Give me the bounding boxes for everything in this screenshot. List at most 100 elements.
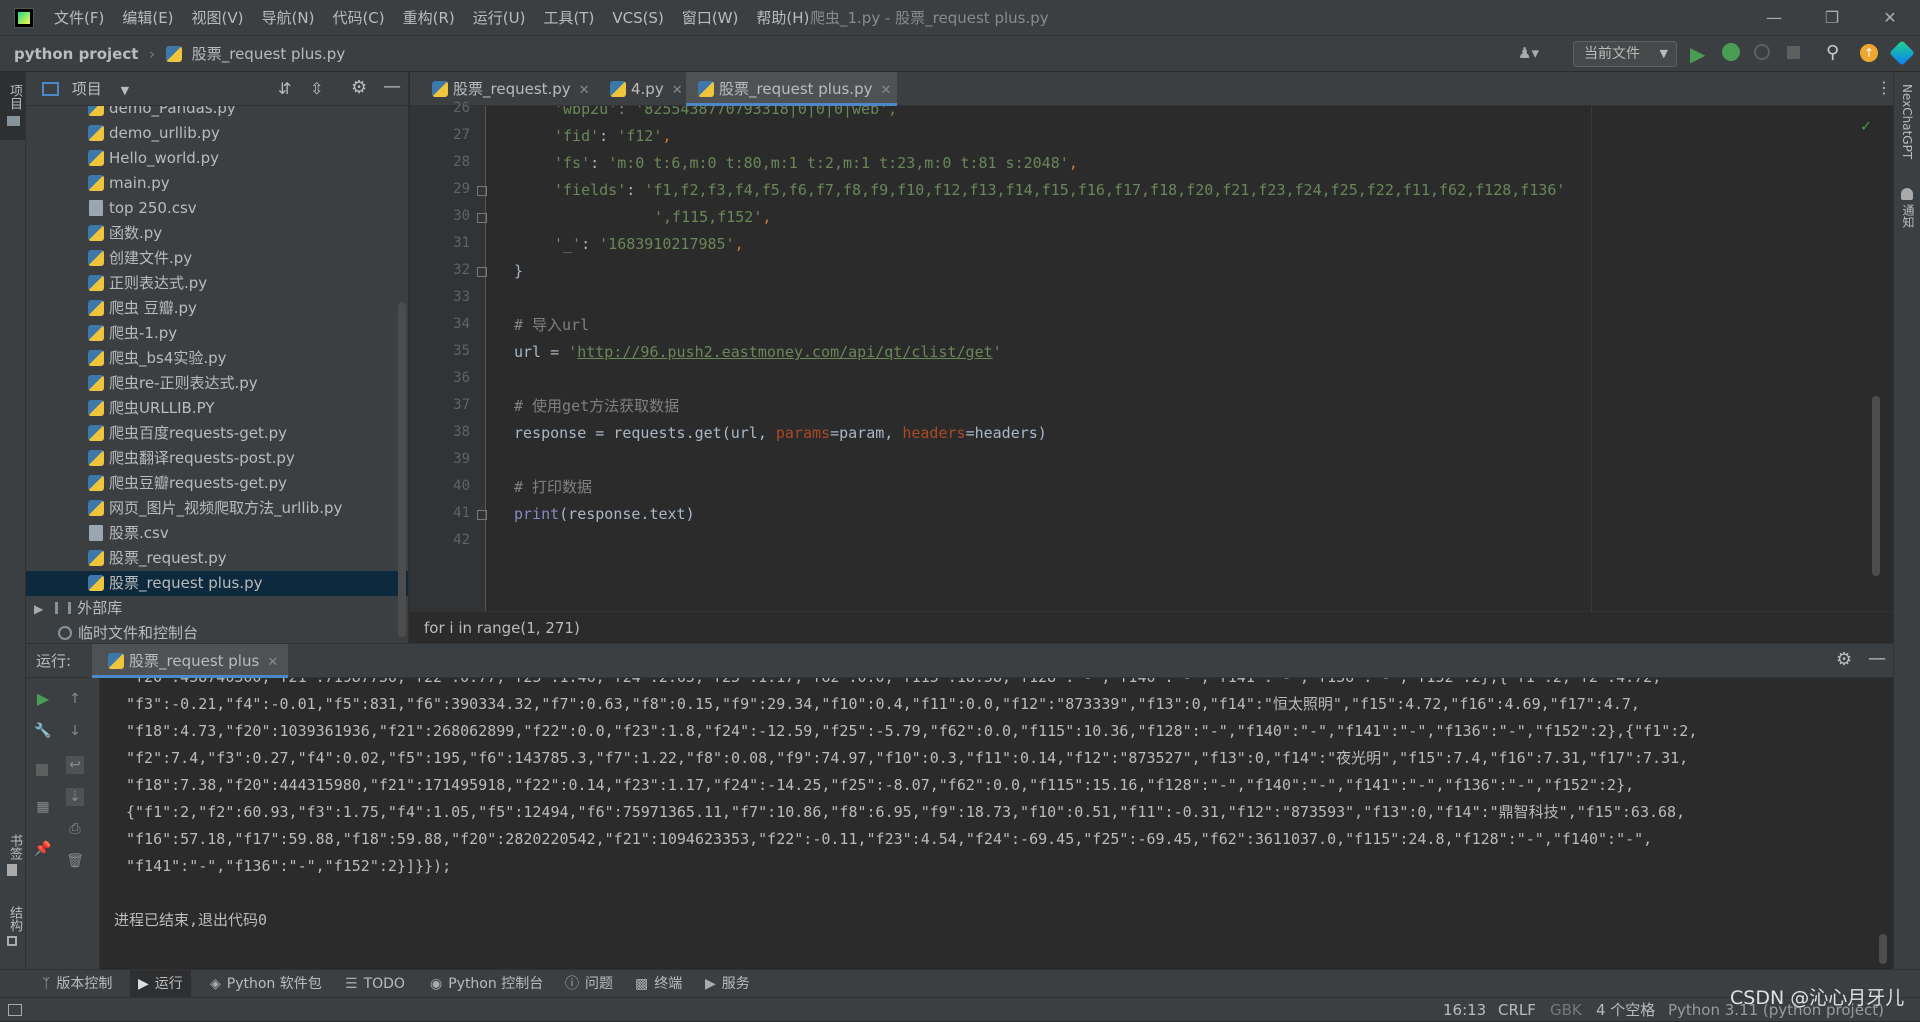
tool-run[interactable]: ▶ 运行 — [130, 970, 191, 998]
close-tab-icon[interactable]: ✕ — [579, 83, 590, 98]
run-tab[interactable]: 股票_request plus ✕ — [92, 644, 289, 678]
stop-icon[interactable] — [1787, 46, 1800, 59]
close-tab-icon[interactable]: ✕ — [267, 655, 278, 670]
console-scrollbar[interactable] — [1879, 934, 1887, 964]
console-output[interactable]: "f20":458740300,"f21":71987736,"f22":0.7… — [114, 678, 1874, 970]
close-tab-icon[interactable]: ✕ — [880, 83, 891, 98]
menu-vcs[interactable]: VCS(S) — [612, 0, 663, 36]
minimize-button[interactable]: — — [1745, 0, 1803, 36]
tool-services[interactable]: ▶ 服务 — [705, 970, 750, 998]
soft-wrap-icon[interactable]: ↩ — [66, 756, 84, 774]
project-tool-tab[interactable]: 项目 — [0, 72, 26, 140]
run-label: 运行: — [36, 652, 72, 670]
tool-terminal[interactable]: ▩ 终端 — [635, 970, 682, 998]
run-icon[interactable]: ▶ — [1690, 42, 1705, 66]
hide-panel-icon[interactable]: — — [383, 76, 401, 97]
tool-python-packages[interactable]: ◈ Python 软件包 — [210, 970, 322, 998]
tree-file[interactable]: 爬虫 豆瓣.py — [26, 296, 408, 321]
menu-view[interactable]: 视图(V) — [192, 0, 244, 36]
user-icon[interactable]: ♟▾ — [1518, 44, 1539, 62]
hide-panel-icon[interactable]: — — [1868, 648, 1886, 669]
layout-icon[interactable]: ▦ — [34, 798, 52, 816]
close-window-button[interactable]: ✕ — [1861, 0, 1919, 36]
tree-file[interactable]: 爬虫_bs4实验.py — [26, 346, 408, 371]
tree-file[interactable]: 爬虫豆瓣requests-get.py — [26, 471, 408, 496]
stop-icon[interactable] — [36, 764, 48, 776]
up-arrow-icon[interactable]: ↑ — [66, 690, 84, 708]
tree-file[interactable]: 股票_request.py — [26, 546, 408, 571]
toolbox-icon[interactable] — [1889, 40, 1915, 66]
menu-refactor[interactable]: 重构(R) — [403, 0, 455, 36]
tool-problems[interactable]: ⓘ 问题 — [565, 970, 613, 998]
line-separator[interactable]: CRLF — [1498, 998, 1536, 1022]
nexchatgpt-tab[interactable]: NexChatGPT — [1900, 84, 1914, 159]
wrench-icon[interactable]: 🔧 — [34, 722, 52, 740]
close-tab-icon[interactable]: ✕ — [672, 83, 683, 98]
menu-tools[interactable]: 工具(T) — [543, 0, 594, 36]
print-icon[interactable]: ⎙ — [66, 820, 84, 838]
more-tabs-icon[interactable]: ⋮ — [1876, 78, 1892, 97]
breadcrumb-project[interactable]: python project — [14, 45, 138, 63]
debug-icon[interactable] — [1722, 43, 1740, 61]
tree-file[interactable]: main.py — [26, 171, 408, 196]
tree-file[interactable]: 爬虫URLLIB.PY — [26, 396, 408, 421]
file-encoding[interactable]: GBK — [1550, 998, 1582, 1022]
code-editor[interactable]: 'wbp2u': '8255438770793318|0|0|0|web', '… — [486, 106, 1893, 611]
code-url-link[interactable]: http://96.push2.eastmoney.com/api/qt/cli… — [577, 343, 992, 361]
tree-file[interactable]: Hello_world.py — [26, 146, 408, 171]
collapse-all-icon[interactable]: ⇳ — [310, 79, 323, 98]
gear-icon[interactable]: ⚙ — [351, 77, 367, 98]
run-config-select[interactable]: 当前文件 ▼ — [1573, 41, 1677, 67]
menu-help[interactable]: 帮助(H) — [756, 0, 809, 36]
gear-icon[interactable]: ⚙ — [1836, 649, 1852, 670]
coverage-icon[interactable] — [1754, 44, 1770, 60]
tree-file[interactable]: 爬虫re-正则表达式.py — [26, 371, 408, 396]
file-name: 爬虫_bs4实验.py — [109, 349, 227, 367]
tree-scrollbar[interactable] — [398, 302, 406, 637]
tree-file[interactable]: demo_urllib.py — [26, 121, 408, 146]
expand-all-icon[interactable]: ⇵ — [278, 79, 291, 98]
tree-scratches[interactable]: 临时文件和控制台 — [26, 621, 408, 643]
menu-file[interactable]: 文件(F) — [54, 0, 104, 36]
search-icon[interactable]: ⚲ — [1826, 42, 1839, 63]
tree-file[interactable]: 爬虫翻译requests-post.py — [26, 446, 408, 471]
breadcrumb-file[interactable]: 股票_request plus.py — [192, 45, 345, 63]
update-icon[interactable]: ↑ — [1860, 44, 1878, 62]
tool-python-console[interactable]: ◉ Python 控制台 — [430, 970, 543, 998]
tree-file[interactable]: 网页_图片_视频爬取方法_urllib.py — [26, 496, 408, 521]
indent-setting[interactable]: 4 个空格 — [1596, 998, 1655, 1022]
tree-file[interactable]: 股票.csv — [26, 521, 408, 546]
file-name: 爬虫豆瓣requests-get.py — [109, 474, 288, 492]
project-view-selector[interactable]: 项目 ▼ — [42, 72, 129, 108]
tab-4-py[interactable]: 4.py ✕ — [598, 72, 689, 106]
tree-file[interactable]: demo_Pandas.py — [26, 106, 408, 121]
code-breadcrumb[interactable]: for i in range(1, 271) — [410, 611, 1893, 643]
restore-button[interactable]: ❐ — [1803, 0, 1861, 36]
tree-file-selected[interactable]: 股票_request plus.py — [26, 571, 408, 596]
notifications-tab[interactable]: 通知 — [1900, 188, 1920, 228]
rerun-icon[interactable]: ▶ — [34, 690, 52, 708]
scroll-to-end-icon[interactable]: ⇣ — [66, 788, 84, 806]
tree-file[interactable]: 正则表达式.py — [26, 271, 408, 296]
menu-run[interactable]: 运行(U) — [473, 0, 526, 36]
trash-icon[interactable]: 🗑 — [66, 852, 84, 870]
caret-position[interactable]: 16:13 — [1443, 998, 1486, 1022]
console-line: {"f1":2,"f2":60.93,"f3":1.75,"f4":1.05,"… — [126, 803, 1686, 821]
pin-icon[interactable]: 📌 — [34, 840, 52, 858]
tree-file[interactable]: 创建文件.py — [26, 246, 408, 271]
editor-scrollbar[interactable] — [1872, 396, 1880, 576]
menu-edit[interactable]: 编辑(E) — [122, 0, 173, 36]
tree-file[interactable]: 函数.py — [26, 221, 408, 246]
tool-todo[interactable]: ☰ TODO — [345, 970, 405, 998]
tool-version-control[interactable]: ᛉ 版本控制 — [42, 970, 112, 998]
tree-file[interactable]: 爬虫百度requests-get.py — [26, 421, 408, 446]
menu-navigate[interactable]: 导航(N) — [262, 0, 315, 36]
tab-stock-request-plus[interactable]: 股票_request plus.py ✕ — [686, 72, 898, 106]
tree-file[interactable]: 爬虫-1.py — [26, 321, 408, 346]
tree-file[interactable]: top 250.csv — [26, 196, 408, 221]
tree-external-libraries[interactable]: ▶ 外部库 — [26, 596, 408, 621]
down-arrow-icon[interactable]: ↓ — [66, 722, 84, 740]
menu-code[interactable]: 代码(C) — [332, 0, 384, 36]
toggle-tool-windows-icon[interactable] — [8, 1004, 22, 1016]
menu-window[interactable]: 窗口(W) — [682, 0, 739, 36]
